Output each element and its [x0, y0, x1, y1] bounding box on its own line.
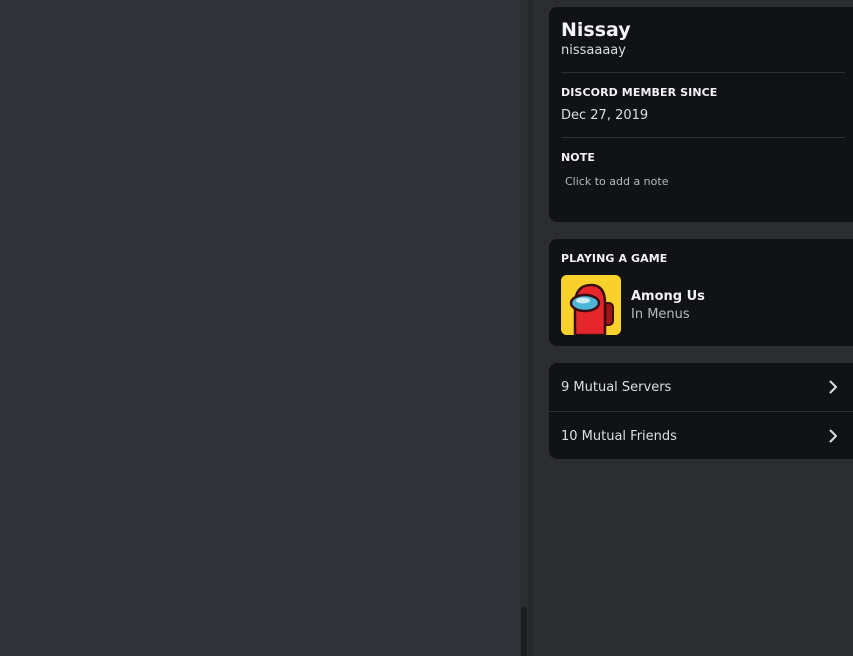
chevron-right-icon	[829, 380, 837, 394]
among-us-crewmate-icon[interactable]	[561, 275, 621, 335]
app-window: Nissay nissaaaay DISCORD MEMBER SINCE De…	[0, 0, 853, 656]
game-state: In Menus	[631, 307, 690, 322]
note-heading: NOTE	[561, 151, 595, 164]
mutual-friends-button[interactable]: 10 Mutual Friends	[549, 412, 853, 460]
mutual-servers-button[interactable]: 9 Mutual Servers	[549, 363, 853, 411]
activity-heading: PLAYING A GAME	[561, 252, 668, 265]
activity-card: PLAYING A GAME Among Us In Menus	[549, 239, 853, 346]
display-name: Nissay	[561, 19, 631, 41]
member-since-date: Dec 27, 2019	[561, 108, 649, 123]
divider	[561, 137, 845, 138]
profile-card: Nissay nissaaaay DISCORD MEMBER SINCE De…	[549, 7, 853, 222]
chat-scrollbar-thumb[interactable]	[521, 607, 527, 656]
mutuals-card: 9 Mutual Servers 10 Mutual Friends	[549, 363, 853, 459]
mutual-servers-label: 9 Mutual Servers	[561, 380, 672, 395]
note-input[interactable]: Click to add a note	[561, 173, 841, 195]
game-name[interactable]: Among Us	[631, 289, 705, 304]
chevron-right-icon	[829, 429, 837, 443]
chat-area	[0, 0, 520, 656]
mutual-friends-label: 10 Mutual Friends	[561, 429, 677, 444]
chat-scrollbar-track[interactable]	[520, 0, 528, 656]
divider	[561, 72, 845, 73]
username: nissaaaay	[561, 43, 626, 58]
member-since-heading: DISCORD MEMBER SINCE	[561, 86, 718, 99]
